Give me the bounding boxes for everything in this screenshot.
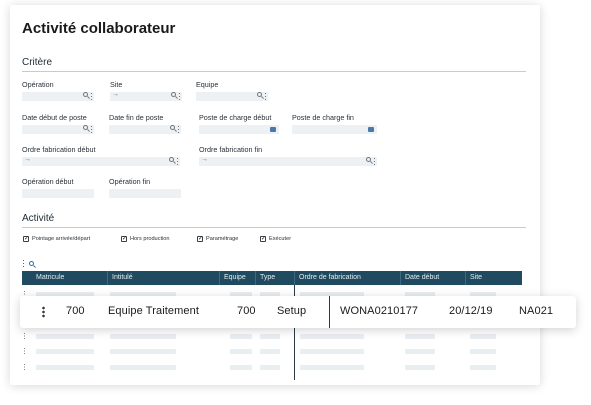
column-divider	[294, 271, 295, 285]
operation-debut-label: Opération début	[22, 177, 74, 186]
kebab-icon[interactable]	[91, 126, 92, 133]
operation-field[interactable]	[22, 92, 94, 101]
operation-fin-field[interactable]	[109, 189, 181, 198]
arrow-right-icon: →	[24, 156, 31, 163]
cell-equipe: 700	[237, 305, 256, 317]
column-divider	[400, 271, 401, 285]
operation-fin-label: Opération fin	[109, 177, 151, 186]
arrow-right-icon: →	[112, 91, 119, 98]
search-icon[interactable]	[83, 125, 88, 130]
activity-panel: Activité collaborateur Critère Opération…	[10, 5, 540, 385]
kebab-icon[interactable]	[179, 93, 180, 100]
cell-intitule: Equipe Traitement	[108, 305, 199, 317]
table-toolbar	[23, 260, 34, 267]
table-header: Matricule Intitulé Equipe Type Ordre de …	[22, 271, 522, 285]
col-site[interactable]: Site	[470, 274, 482, 281]
poste-charge-debut-label: Poste de charge début	[199, 113, 272, 122]
kebab-icon[interactable]	[42, 306, 45, 318]
site-field[interactable]: →	[110, 91, 182, 101]
checkmark-icon[interactable]: ✓	[23, 236, 29, 242]
highlighted-table-row[interactable]: 700 Equipe Traitement 700 Setup WONA0210…	[20, 296, 576, 328]
page-title: Activité collaborateur	[22, 20, 176, 37]
date-fin-poste-label: Date fin de poste	[109, 113, 164, 122]
column-divider	[107, 271, 108, 285]
table-row[interactable]	[22, 330, 522, 343]
cell-date-debut: 20/12/19	[449, 305, 493, 317]
kebab-icon[interactable]	[177, 158, 178, 165]
table-row[interactable]	[22, 361, 522, 374]
checkmark-icon[interactable]: ✓	[260, 236, 266, 242]
activity-divider	[22, 227, 526, 228]
checkbox-executer[interactable]: ✓ Exécuter	[260, 236, 291, 242]
column-divider	[255, 271, 256, 285]
kebab-icon[interactable]	[374, 158, 375, 165]
search-icon[interactable]	[83, 92, 88, 97]
operation-label: Opération	[22, 80, 54, 89]
cell-site: NA021	[519, 305, 554, 317]
column-divider	[219, 271, 220, 285]
arrow-right-icon: →	[201, 156, 208, 163]
frozen-column-divider	[329, 296, 330, 328]
calendar-icon[interactable]	[368, 127, 374, 132]
kebab-icon[interactable]	[265, 93, 266, 100]
checkmark-icon[interactable]: ✓	[121, 236, 127, 242]
operation-debut-field[interactable]	[22, 189, 94, 198]
col-intitule[interactable]: Intitulé	[112, 274, 133, 281]
kebab-icon[interactable]	[24, 348, 25, 354]
kebab-icon[interactable]	[24, 364, 25, 370]
of-debut-label: Ordre fabrication début	[22, 145, 96, 154]
kebab-icon[interactable]	[178, 126, 179, 133]
table-row[interactable]	[22, 345, 522, 358]
equipe-label: Equipe	[196, 80, 219, 89]
col-ordre-fabrication[interactable]: Ordre de fabrication	[299, 274, 361, 281]
of-debut-field[interactable]: →	[22, 156, 180, 166]
col-equipe[interactable]: Equipe	[224, 274, 246, 281]
poste-charge-debut-field[interactable]	[199, 125, 279, 134]
criteria-divider	[22, 71, 526, 72]
col-type[interactable]: Type	[260, 274, 275, 281]
search-icon[interactable]	[171, 92, 176, 97]
poste-charge-fin-label: Poste de charge fin	[292, 113, 354, 122]
checkmark-icon[interactable]: ✓	[197, 236, 203, 242]
kebab-icon[interactable]	[23, 260, 24, 267]
search-icon[interactable]	[170, 125, 175, 130]
of-fin-label: Ordre fabrication fin	[199, 145, 263, 154]
activity-section-title: Activité	[22, 213, 55, 224]
poste-charge-fin-field[interactable]	[292, 125, 377, 134]
date-debut-poste-label: Date début de poste	[22, 113, 87, 122]
date-debut-poste-field[interactable]	[22, 125, 94, 134]
search-icon[interactable]	[169, 157, 174, 162]
checkbox-hors-production[interactable]: ✓ Hors production	[121, 236, 170, 242]
col-date-debut[interactable]: Date début	[405, 274, 439, 281]
kebab-icon[interactable]	[91, 93, 92, 100]
of-fin-field[interactable]: →	[199, 156, 377, 166]
search-icon[interactable]	[29, 261, 34, 266]
date-fin-poste-field[interactable]	[109, 125, 181, 134]
calendar-icon[interactable]	[270, 127, 276, 132]
checkbox-parametrage[interactable]: ✓ Paramétrage	[197, 236, 238, 242]
search-icon[interactable]	[366, 157, 371, 162]
checkbox-pointage[interactable]: ✓ Pointage arrivée/départ	[23, 236, 90, 242]
cell-matricule: 700	[66, 305, 85, 317]
site-label: Site	[110, 80, 123, 89]
kebab-icon[interactable]	[24, 333, 25, 339]
cell-ordre-fabrication: WONA0210177	[340, 305, 419, 317]
column-divider	[465, 271, 466, 285]
criteria-section-title: Critère	[22, 57, 53, 68]
search-icon[interactable]	[257, 92, 262, 97]
cell-type: Setup	[277, 305, 307, 317]
equipe-field[interactable]	[196, 92, 268, 101]
col-matricule[interactable]: Matricule	[36, 274, 64, 281]
